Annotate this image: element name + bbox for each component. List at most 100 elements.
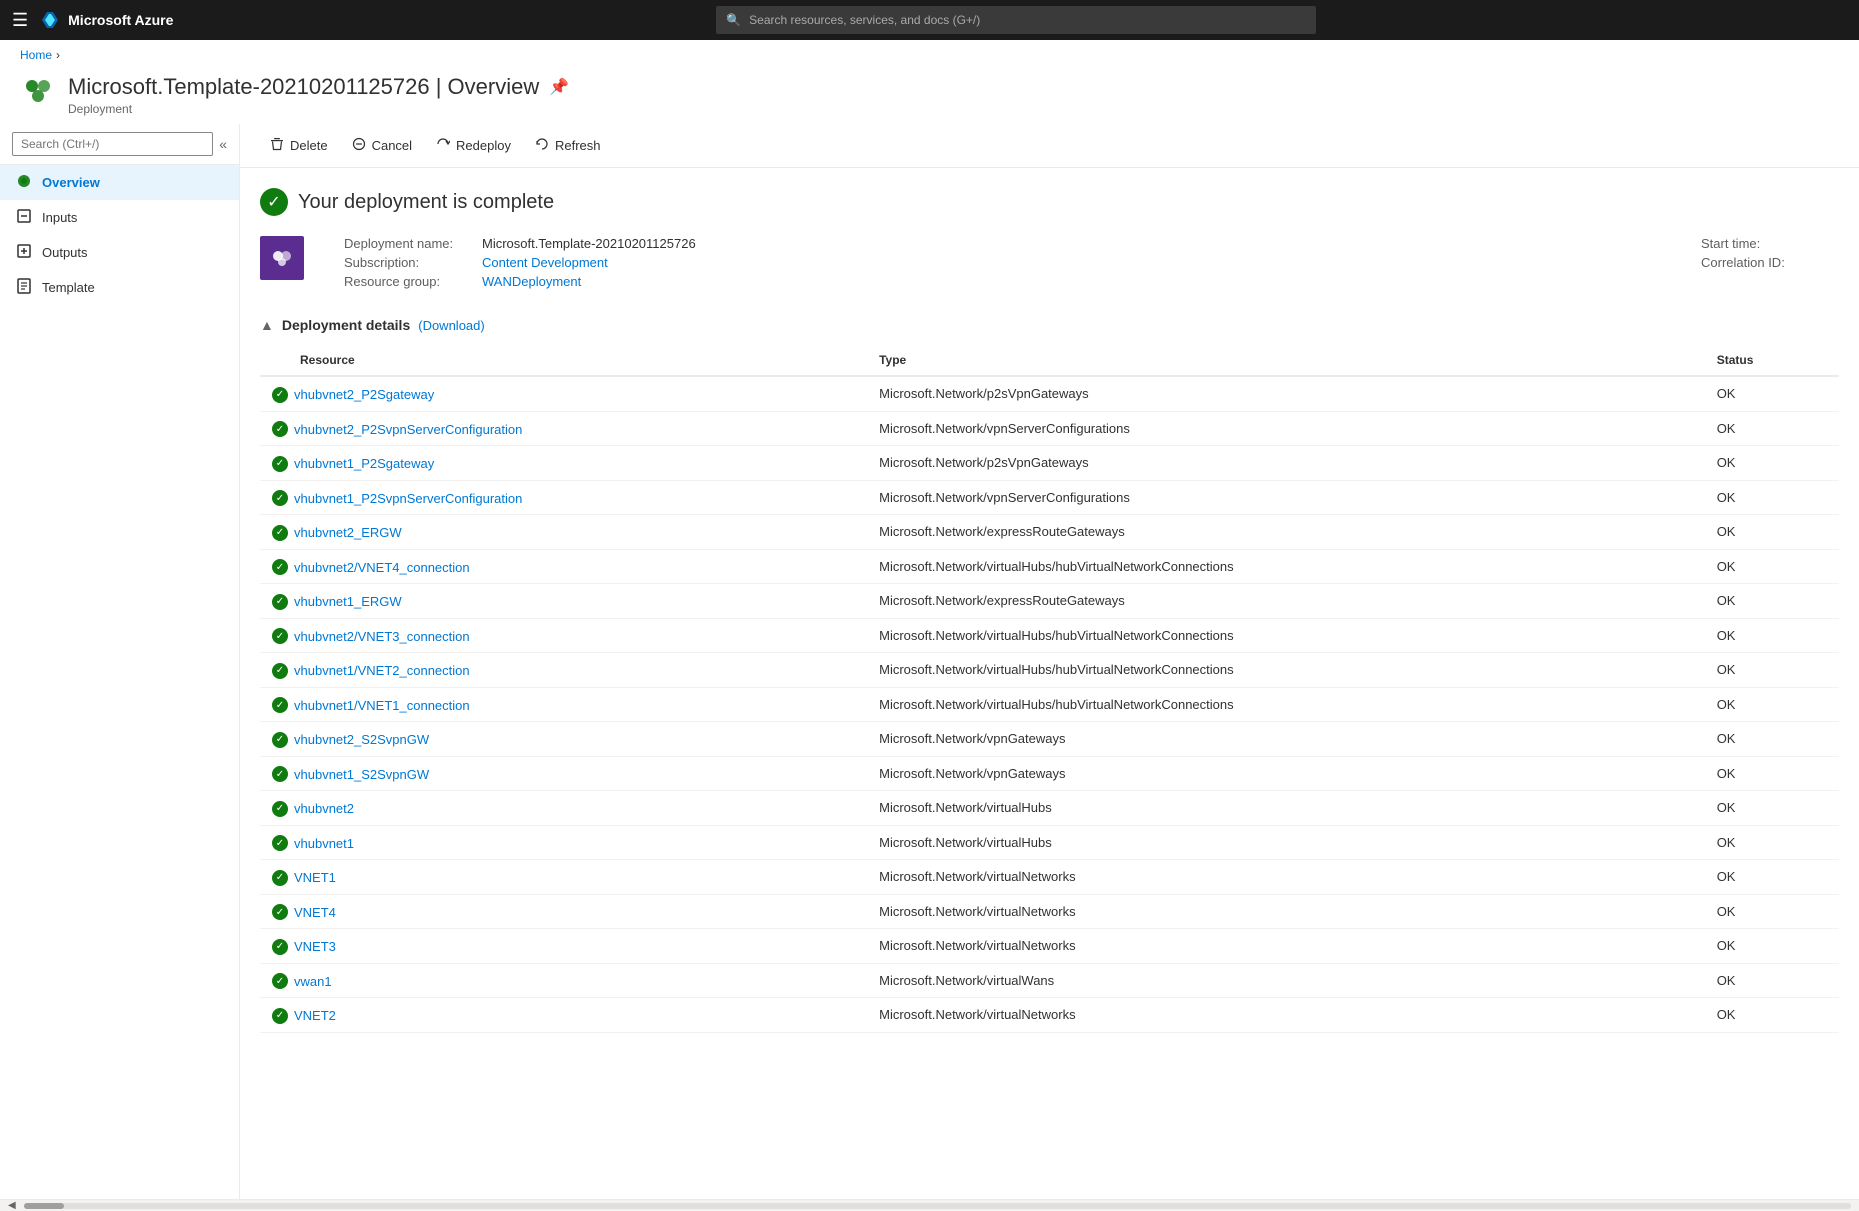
refresh-button[interactable]: Refresh [525, 132, 611, 159]
sidebar-item-label-overview: Overview [42, 175, 100, 190]
cancel-button[interactable]: Cancel [342, 132, 422, 159]
resource-link[interactable]: VNET1 [294, 870, 336, 885]
table-header: Resource Type Status [260, 345, 1839, 376]
cell-status: OK [1705, 860, 1839, 895]
cell-status: OK [1705, 791, 1839, 826]
sidebar-item-overview[interactable]: Overview [0, 165, 239, 200]
cell-status: OK [1705, 998, 1839, 1033]
table-row: ✓ vhubvnet1/VNET2_connection Microsoft.N… [260, 653, 1839, 688]
deployment-complete-banner: ✓ Your deployment is complete [260, 188, 1839, 216]
redeploy-button[interactable]: Redeploy [426, 132, 521, 159]
row-status-icon: ✓ [272, 1008, 288, 1024]
cell-type: Microsoft.Network/virtualNetworks [867, 894, 1705, 929]
global-search-bar[interactable]: 🔍 [716, 6, 1316, 34]
sidebar-search-input[interactable] [12, 132, 213, 156]
table-row: ✓ vhubvnet1_P2SvpnServerConfiguration Mi… [260, 480, 1839, 515]
cancel-label: Cancel [372, 138, 412, 153]
column-resource: Resource [260, 345, 867, 376]
row-status-icon: ✓ [272, 490, 288, 506]
cell-resource: ✓ VNET4 [260, 894, 867, 929]
cell-resource: ✓ vhubvnet1_ERGW [260, 584, 867, 619]
cell-status: OK [1705, 618, 1839, 653]
cell-type: Microsoft.Network/virtualHubs/hubVirtual… [867, 549, 1705, 584]
sidebar-collapse-icon[interactable]: « [219, 136, 227, 152]
cell-resource: ✓ vhubvnet2/VNET4_connection [260, 549, 867, 584]
subscription-label: Subscription: [344, 255, 474, 270]
cancel-icon [352, 137, 366, 154]
table-row: ✓ vhubvnet2 Microsoft.Network/virtualHub… [260, 791, 1839, 826]
sidebar: « Overview Inputs Outputs [0, 124, 240, 1199]
meta-resource-group: Resource group: WANDeployment [344, 274, 1661, 289]
delete-icon [270, 137, 284, 154]
cell-resource: ✓ vhubvnet2_P2SvpnServerConfiguration [260, 411, 867, 446]
resource-link[interactable]: vhubvnet1/VNET2_connection [294, 663, 470, 678]
cell-type: Microsoft.Network/virtualHubs [867, 791, 1705, 826]
breadcrumb-home[interactable]: Home [20, 48, 52, 62]
azure-logo-icon [40, 10, 60, 30]
scroll-left-arrow[interactable]: ◀ [4, 1200, 20, 1211]
deployment-icon [20, 76, 56, 112]
resource-link[interactable]: vhubvnet1_P2Sgateway [294, 456, 434, 471]
column-status: Status [1705, 345, 1839, 376]
cell-status: OK [1705, 549, 1839, 584]
resource-link[interactable]: VNET2 [294, 1008, 336, 1023]
sidebar-item-label-template: Template [42, 280, 95, 295]
content-area: Delete Cancel Redeploy Refresh [240, 124, 1859, 1199]
resource-link[interactable]: vhubvnet2/VNET4_connection [294, 560, 470, 575]
subscription-value: Content Development [482, 255, 608, 270]
cell-status: OK [1705, 446, 1839, 481]
cell-status: OK [1705, 756, 1839, 791]
resource-link[interactable]: vhubvnet2_P2Sgateway [294, 387, 434, 402]
azure-logo: Microsoft Azure [40, 10, 173, 30]
resource-link[interactable]: vhubvnet1_ERGW [294, 594, 402, 609]
resource-link[interactable]: vhubvnet1/VNET1_connection [294, 698, 470, 713]
collapse-details-icon[interactable]: ▲ [260, 317, 274, 333]
template-icon [16, 278, 32, 297]
resource-link[interactable]: VNET4 [294, 905, 336, 920]
resource-link[interactable]: vhubvnet2_ERGW [294, 525, 402, 540]
page-header-text: Microsoft.Template-20210201125726 | Over… [68, 74, 569, 116]
cell-type: Microsoft.Network/vpnGateways [867, 722, 1705, 757]
resource-link[interactable]: vhubvnet1_P2SvpnServerConfiguration [294, 491, 522, 506]
table-row: ✓ vhubvnet2_ERGW Microsoft.Network/expre… [260, 515, 1839, 550]
main-layout: « Overview Inputs Outputs [0, 124, 1859, 1199]
row-status-icon: ✓ [272, 939, 288, 955]
cell-resource: ✓ vhubvnet1_P2SvpnServerConfiguration [260, 480, 867, 515]
sidebar-item-template[interactable]: Template [0, 270, 239, 305]
row-status-icon: ✓ [272, 456, 288, 472]
resource-link[interactable]: vhubvnet2_S2SvpnGW [294, 732, 429, 747]
resource-link[interactable]: vhubvnet1 [294, 836, 354, 851]
row-status-icon: ✓ [272, 904, 288, 920]
row-status-icon: ✓ [272, 697, 288, 713]
breadcrumb: Home › [0, 40, 1859, 70]
global-search-input[interactable] [749, 13, 1306, 27]
cell-resource: ✓ vhubvnet2 [260, 791, 867, 826]
table-row: ✓ VNET3 Microsoft.Network/virtualNetwork… [260, 929, 1839, 964]
resource-link[interactable]: VNET3 [294, 939, 336, 954]
resource-link[interactable]: vhubvnet2/VNET3_connection [294, 629, 470, 644]
pin-icon[interactable]: 📌 [549, 77, 569, 97]
row-status-icon: ✓ [272, 870, 288, 886]
column-type: Type [867, 345, 1705, 376]
sidebar-nav: Overview Inputs Outputs Template [0, 165, 239, 1199]
download-link[interactable]: (Download) [418, 318, 484, 333]
resource-link[interactable]: vhubvnet2_P2SvpnServerConfiguration [294, 422, 522, 437]
resource-link[interactable]: vhubvnet2 [294, 801, 354, 816]
sidebar-item-inputs[interactable]: Inputs [0, 200, 239, 235]
row-status-icon: ✓ [272, 801, 288, 817]
delete-button[interactable]: Delete [260, 132, 338, 159]
sidebar-item-outputs[interactable]: Outputs [0, 235, 239, 270]
row-status-icon: ✓ [272, 766, 288, 782]
sidebar-item-label-inputs: Inputs [42, 210, 77, 225]
hamburger-menu[interactable]: ☰ [12, 10, 28, 31]
resource-link[interactable]: vhubvnet1_S2SvpnGW [294, 767, 429, 782]
deployment-name-value: Microsoft.Template-20210201125726 [482, 236, 696, 251]
cell-resource: ✓ vhubvnet2_S2SvpnGW [260, 722, 867, 757]
row-status-icon: ✓ [272, 628, 288, 644]
cell-resource: ✓ VNET1 [260, 860, 867, 895]
resource-link[interactable]: vwan1 [294, 974, 332, 989]
correlation-id-label: Correlation ID: [1701, 255, 1831, 270]
page-header: Microsoft.Template-20210201125726 | Over… [0, 70, 1859, 124]
horizontal-scrollbar[interactable]: ◀ [0, 1199, 1859, 1211]
azure-app-name: Microsoft Azure [68, 12, 173, 28]
